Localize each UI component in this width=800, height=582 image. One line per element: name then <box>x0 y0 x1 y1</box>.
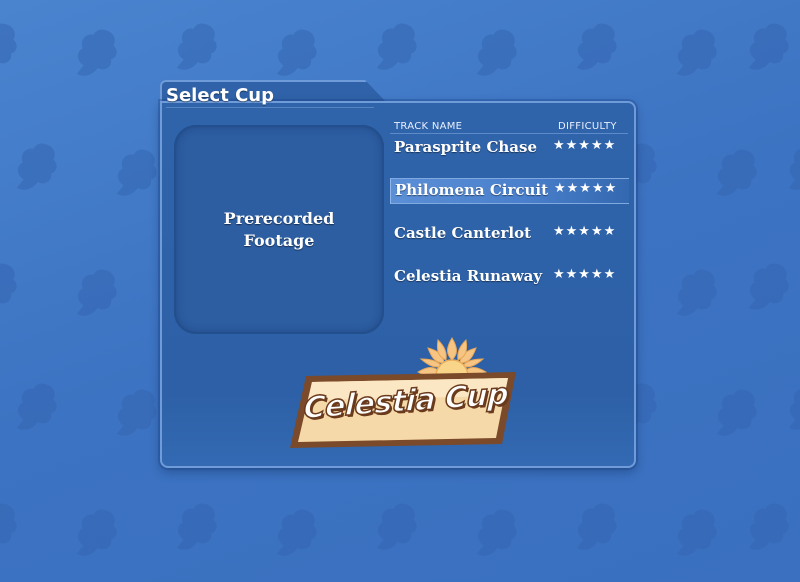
track-row-parasprite-chase[interactable]: Parasprite Chase ★★★★★ <box>390 136 628 160</box>
column-header-track-name: TRACK NAME <box>394 121 463 132</box>
track-row-philomena-circuit[interactable]: Philomena Circuit ★★★★★ <box>390 178 629 204</box>
pony-silhouette <box>112 384 163 444</box>
difficulty-stars: ★★★★★ <box>553 224 617 239</box>
pony-silhouette <box>112 144 163 204</box>
track-row-celestia-runaway[interactable]: Celestia Runaway ★★★★★ <box>390 265 628 289</box>
track-preview: Prerecorded Footage <box>174 125 384 334</box>
preview-placeholder-text: Prerecorded Footage <box>223 208 335 250</box>
pony-silhouette <box>12 378 63 438</box>
track-name: Castle Canterlot <box>394 224 532 242</box>
pony-silhouette <box>272 24 323 84</box>
pony-silhouette <box>784 138 800 198</box>
header-divider <box>390 133 628 134</box>
column-header-difficulty: DIFFICULTY <box>558 121 617 132</box>
pony-silhouette <box>712 384 763 444</box>
difficulty-stars: ★★★★★ <box>553 267 617 282</box>
pony-silhouette <box>744 258 795 318</box>
pony-silhouette <box>372 498 423 558</box>
panel-title: Select Cup <box>166 85 274 106</box>
track-name: Celestia Runaway <box>394 267 543 285</box>
pony-silhouette <box>272 504 323 564</box>
pony-silhouette <box>712 144 763 204</box>
track-name: Philomena Circuit <box>395 181 549 199</box>
pony-silhouette <box>72 24 123 84</box>
pony-silhouette <box>172 18 223 78</box>
pony-silhouette <box>472 504 523 564</box>
pony-silhouette <box>672 24 723 84</box>
track-row-castle-canterlot[interactable]: Castle Canterlot ★★★★★ <box>390 222 628 246</box>
pony-silhouette <box>572 498 623 558</box>
difficulty-stars: ★★★★★ <box>554 181 618 196</box>
pony-silhouette <box>572 18 623 78</box>
pony-silhouette <box>672 504 723 564</box>
pony-silhouette <box>0 258 23 318</box>
pony-silhouette <box>672 264 723 324</box>
pony-silhouette <box>0 498 23 558</box>
pony-silhouette <box>372 18 423 78</box>
pony-silhouette <box>72 264 123 324</box>
difficulty-stars: ★★★★★ <box>553 138 617 153</box>
title-divider <box>166 107 374 108</box>
pony-silhouette <box>72 504 123 564</box>
pony-silhouette <box>0 18 23 78</box>
pony-silhouette <box>744 18 795 78</box>
pony-silhouette <box>784 378 800 438</box>
pony-silhouette <box>12 138 63 198</box>
pony-silhouette <box>472 24 523 84</box>
pony-silhouette <box>744 498 795 558</box>
pony-silhouette <box>172 498 223 558</box>
track-name: Parasprite Chase <box>394 138 537 156</box>
